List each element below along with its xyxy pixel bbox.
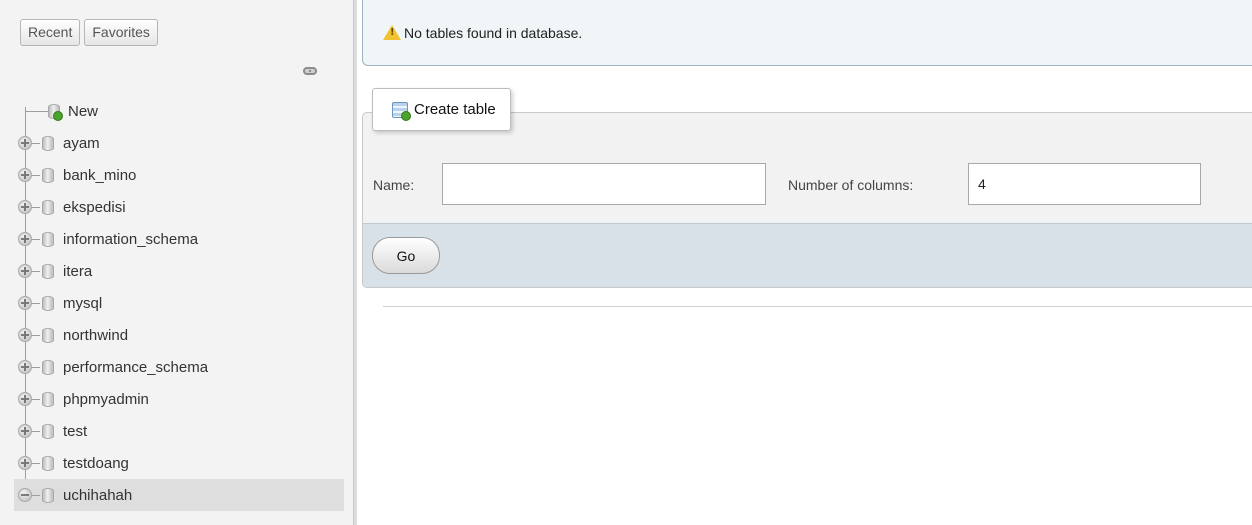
favorites-tab-button[interactable]: Favorites [84, 19, 158, 46]
tree-item-database[interactable]: northwind [14, 319, 344, 351]
database-icon [42, 391, 54, 407]
expand-plus-icon[interactable] [18, 392, 32, 406]
database-tree: New ayam bank_mino ekspedisi information_sc… [14, 95, 344, 511]
tree-item-database[interactable]: phpmyadmin [14, 383, 344, 415]
recent-tab-button[interactable]: Recent [20, 19, 81, 46]
expand-plus-icon[interactable] [18, 424, 32, 438]
tree-item-database[interactable]: itera [14, 255, 344, 287]
tree-item-label[interactable]: New [68, 103, 98, 120]
tree-item-database[interactable]: mysql [14, 287, 344, 319]
tree-item-new[interactable]: New [14, 95, 344, 127]
tree-item-database[interactable]: test [14, 415, 344, 447]
expand-plus-icon[interactable] [18, 264, 32, 278]
tree-item-database[interactable]: ekspedisi [14, 191, 344, 223]
tree-item-label[interactable]: ayam [63, 135, 100, 152]
database-icon [42, 455, 54, 471]
expand-plus-icon[interactable] [18, 456, 32, 470]
tree-connector [32, 334, 40, 336]
table-name-input[interactable] [442, 163, 766, 205]
database-icon [42, 135, 54, 151]
tree-item-database[interactable]: testdoang [14, 447, 344, 479]
tree-item-database[interactable]: ayam [14, 127, 344, 159]
database-icon [42, 263, 54, 279]
database-icon [42, 167, 54, 183]
expand-plus-icon[interactable] [18, 200, 32, 214]
tree-connector [32, 366, 40, 368]
notice-message: No tables found in database. [362, 0, 1252, 66]
expand-plus-icon[interactable] [18, 168, 32, 182]
database-icon [42, 423, 54, 439]
tree-item-database[interactable]: performance_schema [14, 351, 344, 383]
tree-connector [32, 206, 40, 208]
database-icon [42, 327, 54, 343]
tree-connector [32, 430, 40, 432]
database-icon [42, 231, 54, 247]
tree-item-label[interactable]: northwind [63, 327, 128, 344]
database-icon [42, 199, 54, 215]
notice-text: No tables found in database. [404, 24, 583, 41]
name-label: Name: [373, 177, 415, 193]
tree-item-database[interactable]: bank_mino [14, 159, 344, 191]
link-chain-icon[interactable] [303, 67, 317, 75]
tree-item-database[interactable]: information_schema [14, 223, 344, 255]
expand-plus-icon[interactable] [18, 360, 32, 374]
number-of-columns-label: Number of columns: [788, 177, 914, 193]
tree-connector [32, 302, 40, 304]
tree-item-label[interactable]: test [63, 423, 87, 440]
tree-item-database[interactable]: uchihahah [14, 479, 344, 511]
tree-item-label[interactable]: bank_mino [63, 167, 136, 184]
tree-connector [32, 270, 40, 272]
tree-item-label[interactable]: information_schema [63, 231, 198, 248]
tree-connector [32, 462, 40, 464]
tree-item-label[interactable]: mysql [63, 295, 102, 312]
sidebar-resize-handle[interactable] [354, 0, 357, 525]
tree-item-label[interactable]: ekspedisi [63, 199, 126, 216]
database-icon [42, 295, 54, 311]
tree-item-label[interactable]: itera [63, 263, 92, 280]
expand-plus-icon[interactable] [18, 232, 32, 246]
tree-connector [26, 110, 48, 112]
expand-plus-icon[interactable] [18, 136, 32, 150]
create-table-legend: Create table [372, 88, 511, 131]
sidebar-tabs: Recent Favorites [20, 19, 158, 46]
expand-plus-icon[interactable] [18, 296, 32, 310]
navigation-sidebar: Recent Favorites New ayam bank_minoeksped… [0, 0, 354, 525]
tree-item-label[interactable]: phpmyadmin [63, 391, 149, 408]
warning-icon [383, 25, 401, 40]
database-list: ayam bank_mino ekspedisi information_schema… [14, 127, 344, 511]
collapse-minus-icon[interactable] [18, 488, 32, 502]
database-icon [42, 359, 54, 375]
tree-connector [32, 398, 40, 400]
create-table-icon [392, 101, 411, 121]
expand-plus-icon[interactable] [18, 328, 32, 342]
tree-item-label[interactable]: performance_schema [63, 359, 208, 376]
database-icon [42, 487, 54, 503]
tree-item-label[interactable]: uchihahah [63, 487, 132, 504]
tree-connector [32, 238, 40, 240]
create-table-title: Create table [414, 101, 496, 118]
tree-connector [32, 174, 40, 176]
panel-footer: Go [363, 223, 1252, 287]
go-button[interactable]: Go [372, 237, 440, 274]
create-table-panel: Name: Number of columns: Go [362, 112, 1252, 288]
divider [383, 306, 1252, 307]
tree-connector [32, 494, 40, 496]
tree-connector [32, 142, 40, 144]
number-of-columns-input[interactable] [968, 163, 1201, 205]
tree-item-label[interactable]: testdoang [63, 455, 129, 472]
new-database-icon [48, 103, 63, 121]
